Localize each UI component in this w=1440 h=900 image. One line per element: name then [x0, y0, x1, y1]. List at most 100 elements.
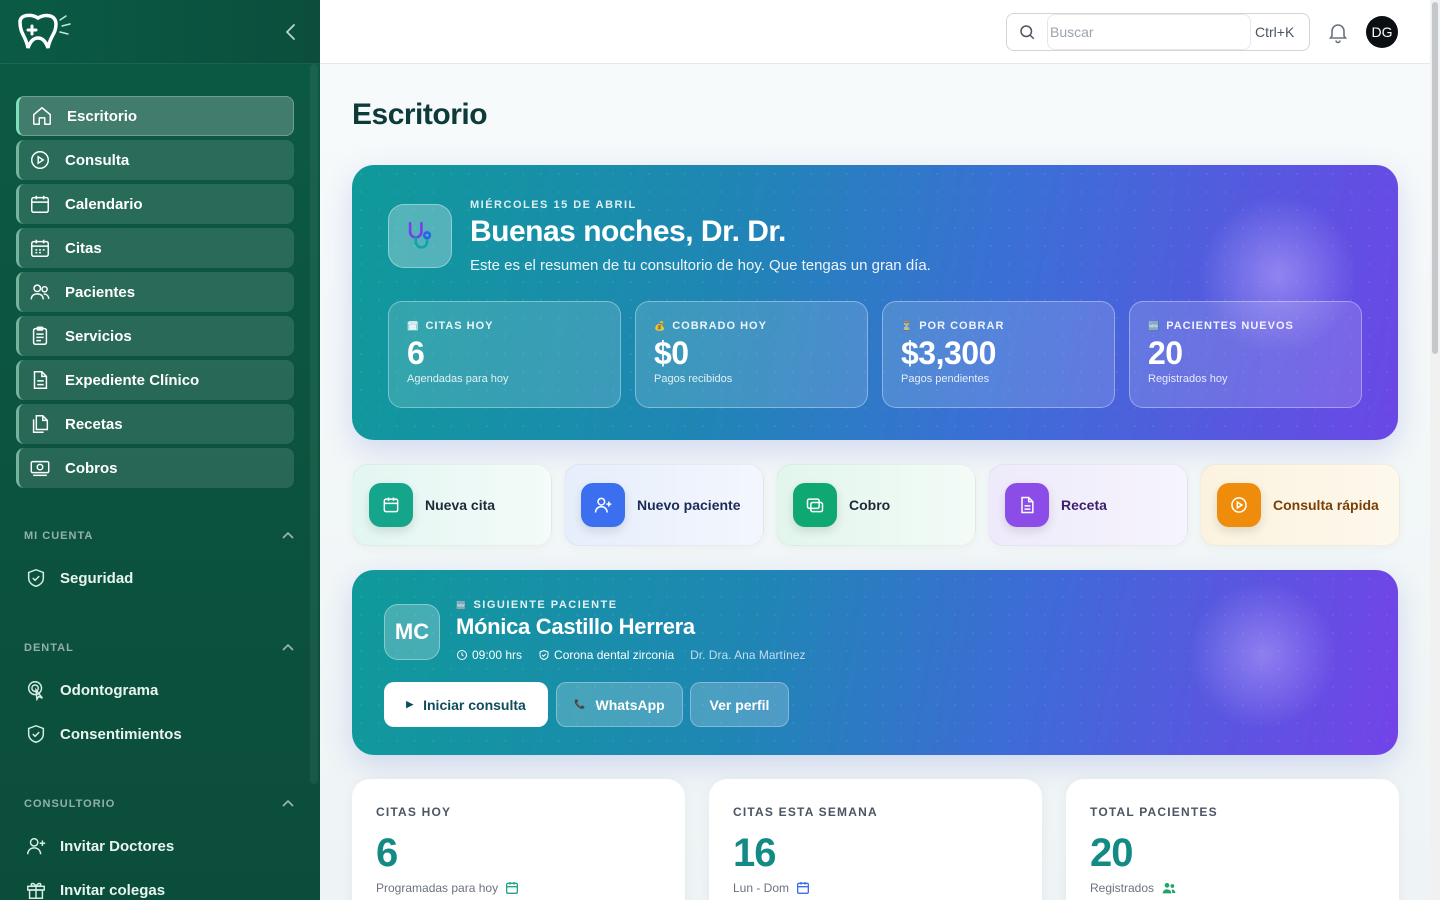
start-consultation-button[interactable]: ▶ Iniciar consulta — [384, 682, 548, 727]
card-label: TOTAL PACIENTES — [1090, 805, 1218, 819]
play-icon: ▶ — [406, 699, 414, 709]
gift-icon — [24, 878, 48, 900]
page-title: Escritorio — [352, 98, 488, 131]
collapse-sidebar-icon[interactable] — [278, 20, 302, 44]
sidebar-item-calendario[interactable]: Calendario — [16, 184, 294, 224]
shield-check-icon — [24, 722, 48, 746]
sidebar-item-label: Odontograma — [60, 681, 159, 699]
quick-action-nuevo-paciente[interactable]: Nuevo paciente — [564, 464, 764, 546]
sidebar-item-label: Citas — [65, 239, 102, 257]
sidebar-item-label: Consulta — [65, 151, 130, 169]
wallet-icon — [793, 483, 837, 527]
sidebar-item-expediente[interactable]: Expediente Clínico — [16, 360, 294, 400]
user-plus-icon — [581, 483, 625, 527]
clipboard-icon — [29, 325, 51, 347]
quick-action-consulta-rapida[interactable]: Consulta rápida — [1200, 464, 1400, 546]
tooth-logo-icon[interactable] — [16, 12, 74, 52]
section-consultorio: CONSULTORIO Invitar Doctores Invitar col… — [0, 784, 320, 900]
quick-action-receta[interactable]: Receta — [988, 464, 1188, 546]
sidebar-header — [0, 0, 320, 64]
document-icon — [1005, 483, 1049, 527]
sidebar-item-label: Seguridad — [60, 569, 134, 587]
page-scrollbar[interactable] — [1430, 0, 1440, 900]
sidebar-nav: Escritorio Consulta Calendario Citas Pac… — [0, 64, 320, 488]
next-patient-label: 🆕 SIGUIENTE PACIENTE — [456, 599, 618, 611]
new-emoji-icon: 🆕 — [456, 600, 468, 610]
sidebar-item-label: Consentimientos — [60, 725, 182, 743]
chevron-up-icon — [282, 798, 294, 810]
section-header[interactable]: DENTAL — [24, 628, 294, 668]
stat-card-cobrado-hoy: 💰 COBRADO HOY $0 Pagos recibidos — [635, 301, 868, 408]
quick-action-label: Nuevo paciente — [637, 497, 741, 513]
calendar-icon — [506, 882, 519, 894]
avatar[interactable]: DG — [1366, 16, 1398, 48]
sidebar-item-consulta[interactable]: Consulta — [16, 140, 294, 180]
section-dental: DENTAL Odontograma Consentimientos — [0, 628, 320, 756]
play-circle-icon — [1217, 483, 1261, 527]
card-value: 20 — [1090, 831, 1134, 875]
view-profile-button[interactable]: Ver perfil — [690, 682, 789, 727]
card-label: CITAS HOY — [376, 805, 452, 819]
sidebar-item-label: Servicios — [65, 327, 132, 345]
section-header[interactable]: MI CUENTA — [24, 516, 294, 556]
sidebar-item-citas[interactable]: Citas — [16, 228, 294, 268]
button-label: WhatsApp — [595, 696, 665, 713]
shortcut-hint: Ctrl+K — [1255, 24, 1295, 40]
search-icon — [1007, 23, 1047, 41]
quick-action-label: Cobro — [849, 497, 891, 513]
quick-action-nueva-cita[interactable]: Nueva cita — [352, 464, 552, 546]
appointment-service: Corona dental zirconia — [554, 648, 675, 662]
stat-label: PACIENTES NUEVOS — [1166, 320, 1294, 332]
card-subtitle: Lun - Dom — [733, 881, 790, 895]
section-title: DENTAL — [24, 642, 74, 654]
stat-value: 20 — [1148, 335, 1183, 371]
summary-card-total-pacientes: TOTAL PACIENTES 20 Registrados — [1066, 779, 1399, 900]
sidebar-item-odontograma[interactable]: Odontograma — [24, 668, 294, 712]
sidebar-item-label: Invitar Doctores — [60, 837, 175, 855]
scrollbar-thumb[interactable] — [1432, 2, 1438, 354]
sidebar-item-servicios[interactable]: Servicios — [16, 316, 294, 356]
chevron-up-icon — [282, 530, 294, 542]
calendar-emoji-icon: 🗓 — [407, 320, 420, 331]
quick-action-cobro[interactable]: Cobro — [776, 464, 976, 546]
search-input[interactable] — [1047, 14, 1251, 50]
calendar-grid-icon — [29, 237, 51, 259]
card-subtitle: Programadas para hoy — [376, 881, 499, 895]
section-title: MI CUENTA — [24, 530, 94, 542]
sidebar-item-escritorio[interactable]: Escritorio — [16, 96, 294, 136]
user-plus-icon — [24, 834, 48, 858]
search-box: Ctrl+K — [1006, 13, 1310, 51]
section-title: CONSULTORIO — [24, 798, 116, 810]
stat-card-citas-hoy: 🗓 CITAS HOY 6 Agendadas para hoy — [388, 301, 621, 408]
sidebar-item-label: Escritorio — [67, 107, 138, 125]
sidebar-item-invitar-doctores[interactable]: Invitar Doctores — [24, 824, 294, 868]
calendar-icon — [797, 882, 810, 894]
calendar-icon — [369, 483, 413, 527]
sidebar-item-recetas[interactable]: Recetas — [16, 404, 294, 444]
sidebar-item-invitar-colegas[interactable]: Invitar colegas — [24, 868, 294, 900]
next-patient-card: MC 🆕 SIGUIENTE PACIENTE Mónica Castillo H… — [352, 570, 1398, 755]
stat-value: $3,300 — [901, 335, 996, 371]
sidebar-item-seguridad[interactable]: Seguridad — [24, 556, 294, 600]
main-content: Escritorio MIÉRCOLES 15 DE ABRIL Buenas … — [320, 64, 1430, 900]
sidebar-item-cobros[interactable]: Cobros — [16, 448, 294, 488]
bell-icon[interactable] — [1326, 20, 1350, 44]
sidebar-item-label: Cobros — [65, 459, 118, 477]
sidebar-item-consentimientos[interactable]: Consentimientos — [24, 712, 294, 756]
sidebar-item-label: Expediente Clínico — [65, 371, 200, 389]
sidebar-item-pacientes[interactable]: Pacientes — [16, 272, 294, 312]
section-header[interactable]: CONSULTORIO — [24, 784, 294, 824]
shield-check-icon — [539, 649, 549, 661]
topbar: Ctrl+K DG — [320, 0, 1430, 64]
whatsapp-button[interactable]: 📞 WhatsApp — [556, 682, 683, 727]
stat-subtitle: Agendadas para hoy — [407, 373, 509, 385]
money-bag-emoji-icon: 💰 — [654, 320, 667, 331]
pointer-icon — [24, 678, 48, 702]
quick-action-label: Consulta rápida — [1273, 497, 1379, 513]
sidebar-item-label: Calendario — [65, 195, 143, 213]
sidebar-item-label: Recetas — [65, 415, 123, 433]
stat-label: CITAS HOY — [425, 320, 494, 332]
quick-action-label: Receta — [1061, 497, 1107, 513]
shield-icon — [24, 566, 48, 590]
phone-icon: 📞 — [574, 699, 586, 709]
